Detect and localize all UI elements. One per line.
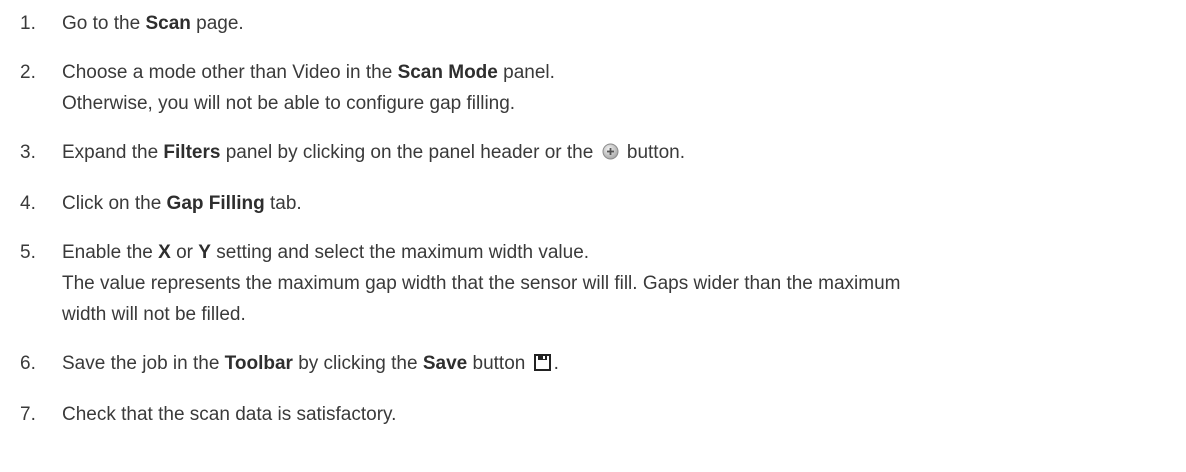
step-number: 6. [20,353,36,374]
step-number: 3. [20,142,36,163]
step-text: Click on the Gap Filling tab. [62,193,302,214]
ui-term: Scan Mode [397,62,498,83]
step-note: Otherwise, you will not be able to confi… [62,93,516,114]
expand-plus-icon [602,139,619,170]
step-4: 4. Click on the Gap Filling tab. [0,188,1186,219]
save-icon [533,350,551,381]
step-text: Enable the X or Y setting and select the… [62,242,590,263]
step-7: 7. Check that the scan data is satisfact… [0,399,1186,430]
ui-term: Scan [145,13,191,34]
step-text: Choose a mode other than Video in the Sc… [62,62,555,83]
step-number: 5. [20,242,36,263]
step-note: width will not be filled. [62,304,246,325]
ui-term: Toolbar [224,353,293,374]
step-number: 4. [20,193,36,214]
step-6: 6. Save the job in the Toolbar by clicki… [0,348,1186,381]
step-3: 3. Expand the Filters panel by clicking … [0,137,1186,170]
ui-term: Gap Filling [166,193,265,214]
ui-term: Save [422,353,468,374]
step-5: 5. Enable the X or Y setting and select … [0,237,1186,330]
step-2: 2. Choose a mode other than Video in the… [0,57,1186,119]
instruction-steps: 1. Go to the Scan page. 2. Choose a mode… [0,0,1186,430]
step-text: Expand the Filters panel by clicking on … [62,137,1186,170]
step-number: 1. [20,13,36,34]
step-1: 1. Go to the Scan page. [0,8,1186,39]
ui-term: Filters [163,142,221,163]
ui-term: Y [198,242,211,263]
step-text: Save the job in the Toolbar by clicking … [62,348,1186,381]
step-note: The value represents the maximum gap wid… [62,273,901,294]
step-number: 7. [20,404,36,425]
ui-term: X [158,242,171,263]
step-text: Check that the scan data is satisfactory… [62,404,397,425]
step-number: 2. [20,62,36,83]
step-text: Go to the Scan page. [62,13,244,34]
